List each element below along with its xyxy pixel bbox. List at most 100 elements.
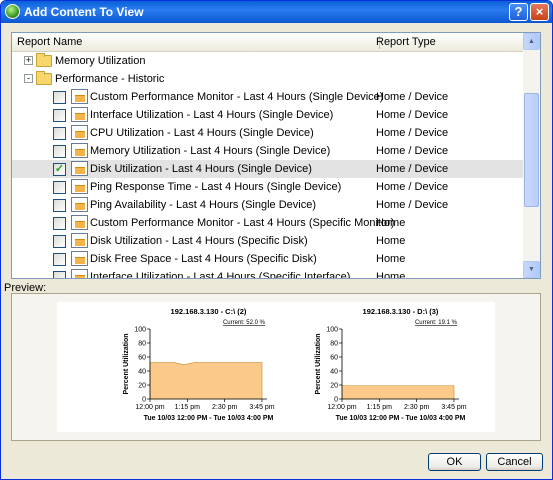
report-chart-icon [71, 197, 88, 212]
report-row[interactable]: Disk Utilization - Last 4 Hours (Specifi… [12, 232, 525, 250]
report-type: Home / Device [376, 109, 449, 121]
report-type: Home [376, 253, 406, 265]
report-chart-icon [71, 179, 88, 194]
folder-row[interactable]: + Memory Utilization [12, 52, 525, 70]
chart-current-value: Current: 52.0 % [223, 320, 266, 326]
report-row[interactable]: Custom Performance Monitor - Last 4 Hour… [12, 214, 525, 232]
title-bar[interactable]: Add Content To View ? × [1, 1, 552, 23]
report-rows: + Memory Utilization - Performance - Histor… [12, 52, 525, 279]
preview-canvas: 192.168.3.130 - C:\ (2) Current: 52.0 % Pe… [57, 302, 495, 432]
report-type: Home / Device [376, 199, 449, 211]
report-chart-icon [71, 233, 88, 248]
x-tick-label: 3:45 pm [441, 404, 466, 411]
y-tick-label: 100 [134, 327, 146, 334]
scroll-up-arrow-icon[interactable]: ▲ [523, 33, 540, 50]
tree-expander-icon[interactable]: + [24, 56, 33, 65]
y-tick-label: 80 [330, 341, 338, 348]
report-chart-icon [71, 143, 88, 158]
report-name: Ping Availability - Last 4 Hours (Single… [90, 199, 317, 211]
report-name: Ping Response Time - Last 4 Hours (Singl… [90, 181, 342, 193]
report-row[interactable]: Custom Performance Monitor - Last 4 Hour… [12, 88, 525, 106]
report-name: Custom Performance Monitor - Last 4 Hour… [90, 217, 395, 229]
x-tick-label: 12:00 pm [327, 404, 356, 411]
y-tick-label: 40 [330, 369, 338, 376]
report-name: Interface Utilization - Last 4 Hours (Si… [90, 109, 334, 121]
report-checkbox[interactable] [53, 145, 66, 158]
report-row[interactable]: Ping Availability - Last 4 Hours (Single… [12, 196, 525, 214]
report-checkbox[interactable] [53, 109, 66, 122]
chart-title: 192.168.3.130 - D:\ (3) [363, 307, 439, 316]
scroll-down-arrow-icon[interactable]: ▼ [523, 261, 540, 278]
report-chart-icon [71, 251, 88, 266]
report-checkbox[interactable] [53, 253, 66, 266]
x-tick-label: 12:00 pm [135, 404, 164, 411]
report-checkbox[interactable] [53, 271, 66, 278]
report-checkbox[interactable] [53, 181, 66, 194]
preview-chart-d-drive: 192.168.3.130 - D:\ (3) Current: 19.1 % Pe… [315, 307, 467, 422]
report-chart-icon [71, 89, 88, 104]
y-tick-label: 20 [138, 383, 146, 390]
report-row[interactable]: Memory Utilization - Last 4 Hours (Singl… [12, 142, 525, 160]
report-name: Disk Free Space - Last 4 Hours (Specific… [90, 253, 317, 265]
report-checkbox[interactable] [53, 235, 66, 248]
app-icon [5, 4, 20, 19]
column-header-report-name[interactable]: Report Name [17, 36, 82, 48]
report-checkbox[interactable] [53, 91, 66, 104]
report-checkbox[interactable]: ✓ [53, 163, 66, 176]
scrollbar-thumb[interactable] [524, 93, 539, 207]
list-header: Report Name Report Type [12, 33, 525, 52]
chart-y-axis-label: Percent Utilization [315, 333, 322, 394]
close-button[interactable]: × [530, 3, 549, 21]
report-row[interactable]: Disk Free Space - Last 4 Hours (Specific… [12, 250, 525, 268]
folder-name: Memory Utilization [55, 55, 146, 67]
chart-y-axis-label: Percent Utilization [123, 333, 130, 394]
tree-expander-icon[interactable]: - [24, 74, 33, 83]
add-content-dialog: Add Content To View ? × Report Name Repo… [0, 0, 553, 480]
preview-chart-c-drive: 192.168.3.130 - C:\ (2) Current: 52.0 % Pe… [123, 307, 275, 422]
folder-icon [36, 53, 52, 67]
cancel-button[interactable]: Cancel [486, 453, 543, 471]
y-tick-label: 20 [330, 383, 338, 390]
y-tick-label: 60 [138, 355, 146, 362]
report-row[interactable]: CPU Utilization - Last 4 Hours (Single D… [12, 124, 525, 142]
report-chart-icon [71, 215, 88, 230]
chart-area [149, 362, 263, 400]
report-type: Home [376, 235, 406, 247]
report-checkbox[interactable] [53, 127, 66, 140]
report-row[interactable]: ✓ Disk Utilization - Last 4 Hours (Single… [12, 160, 525, 178]
report-row[interactable]: Ping Response Time - Last 4 Hours (Singl… [12, 178, 525, 196]
x-tick-label: 2:30 pm [404, 404, 429, 411]
report-type: Home [376, 271, 406, 279]
folder-row[interactable]: - Performance - Historic [12, 70, 525, 88]
report-chart-icon [71, 107, 88, 122]
vertical-scrollbar[interactable]: ▲ ▼ [523, 33, 540, 278]
report-name: Interface Utilization - Last 4 Hours (Sp… [90, 271, 351, 279]
help-button[interactable]: ? [509, 3, 528, 21]
report-row[interactable]: Interface Utilization - Last 4 Hours (Sp… [12, 268, 525, 279]
report-name: Disk Utilization - Last 4 Hours (Specifi… [90, 235, 308, 247]
report-type: Home / Device [376, 145, 449, 157]
preview-pane: 192.168.3.130 - C:\ (2) Current: 52.0 % Pe… [11, 293, 541, 441]
report-checkbox[interactable] [53, 199, 66, 212]
ok-button[interactable]: OK [428, 453, 481, 471]
y-tick-label: 60 [330, 355, 338, 362]
folder-name: Performance - Historic [55, 73, 165, 85]
x-tick-label: 1:15 pm [175, 404, 200, 411]
x-tick-label: 2:30 pm [212, 404, 237, 411]
report-name: CPU Utilization - Last 4 Hours (Single D… [90, 127, 314, 139]
chart-area [341, 385, 455, 400]
x-tick-label: 3:45 pm [249, 404, 274, 411]
report-row[interactable]: Interface Utilization - Last 4 Hours (Si… [12, 106, 525, 124]
column-header-report-type[interactable]: Report Type [376, 36, 436, 48]
report-checkbox[interactable] [53, 217, 66, 230]
report-chart-icon [71, 125, 88, 140]
window-title: Add Content To View [24, 5, 144, 19]
report-list: Report Name Report Type + Memory Utilizat… [11, 32, 541, 279]
y-tick-label: 0 [334, 397, 338, 404]
chart-current-value: Current: 19.1 % [415, 320, 458, 326]
y-tick-label: 100 [326, 327, 338, 334]
x-tick-label: 1:15 pm [367, 404, 392, 411]
report-type: Home [376, 217, 406, 229]
chart-title: 192.168.3.130 - C:\ (2) [171, 307, 247, 316]
report-chart-icon [71, 269, 88, 278]
